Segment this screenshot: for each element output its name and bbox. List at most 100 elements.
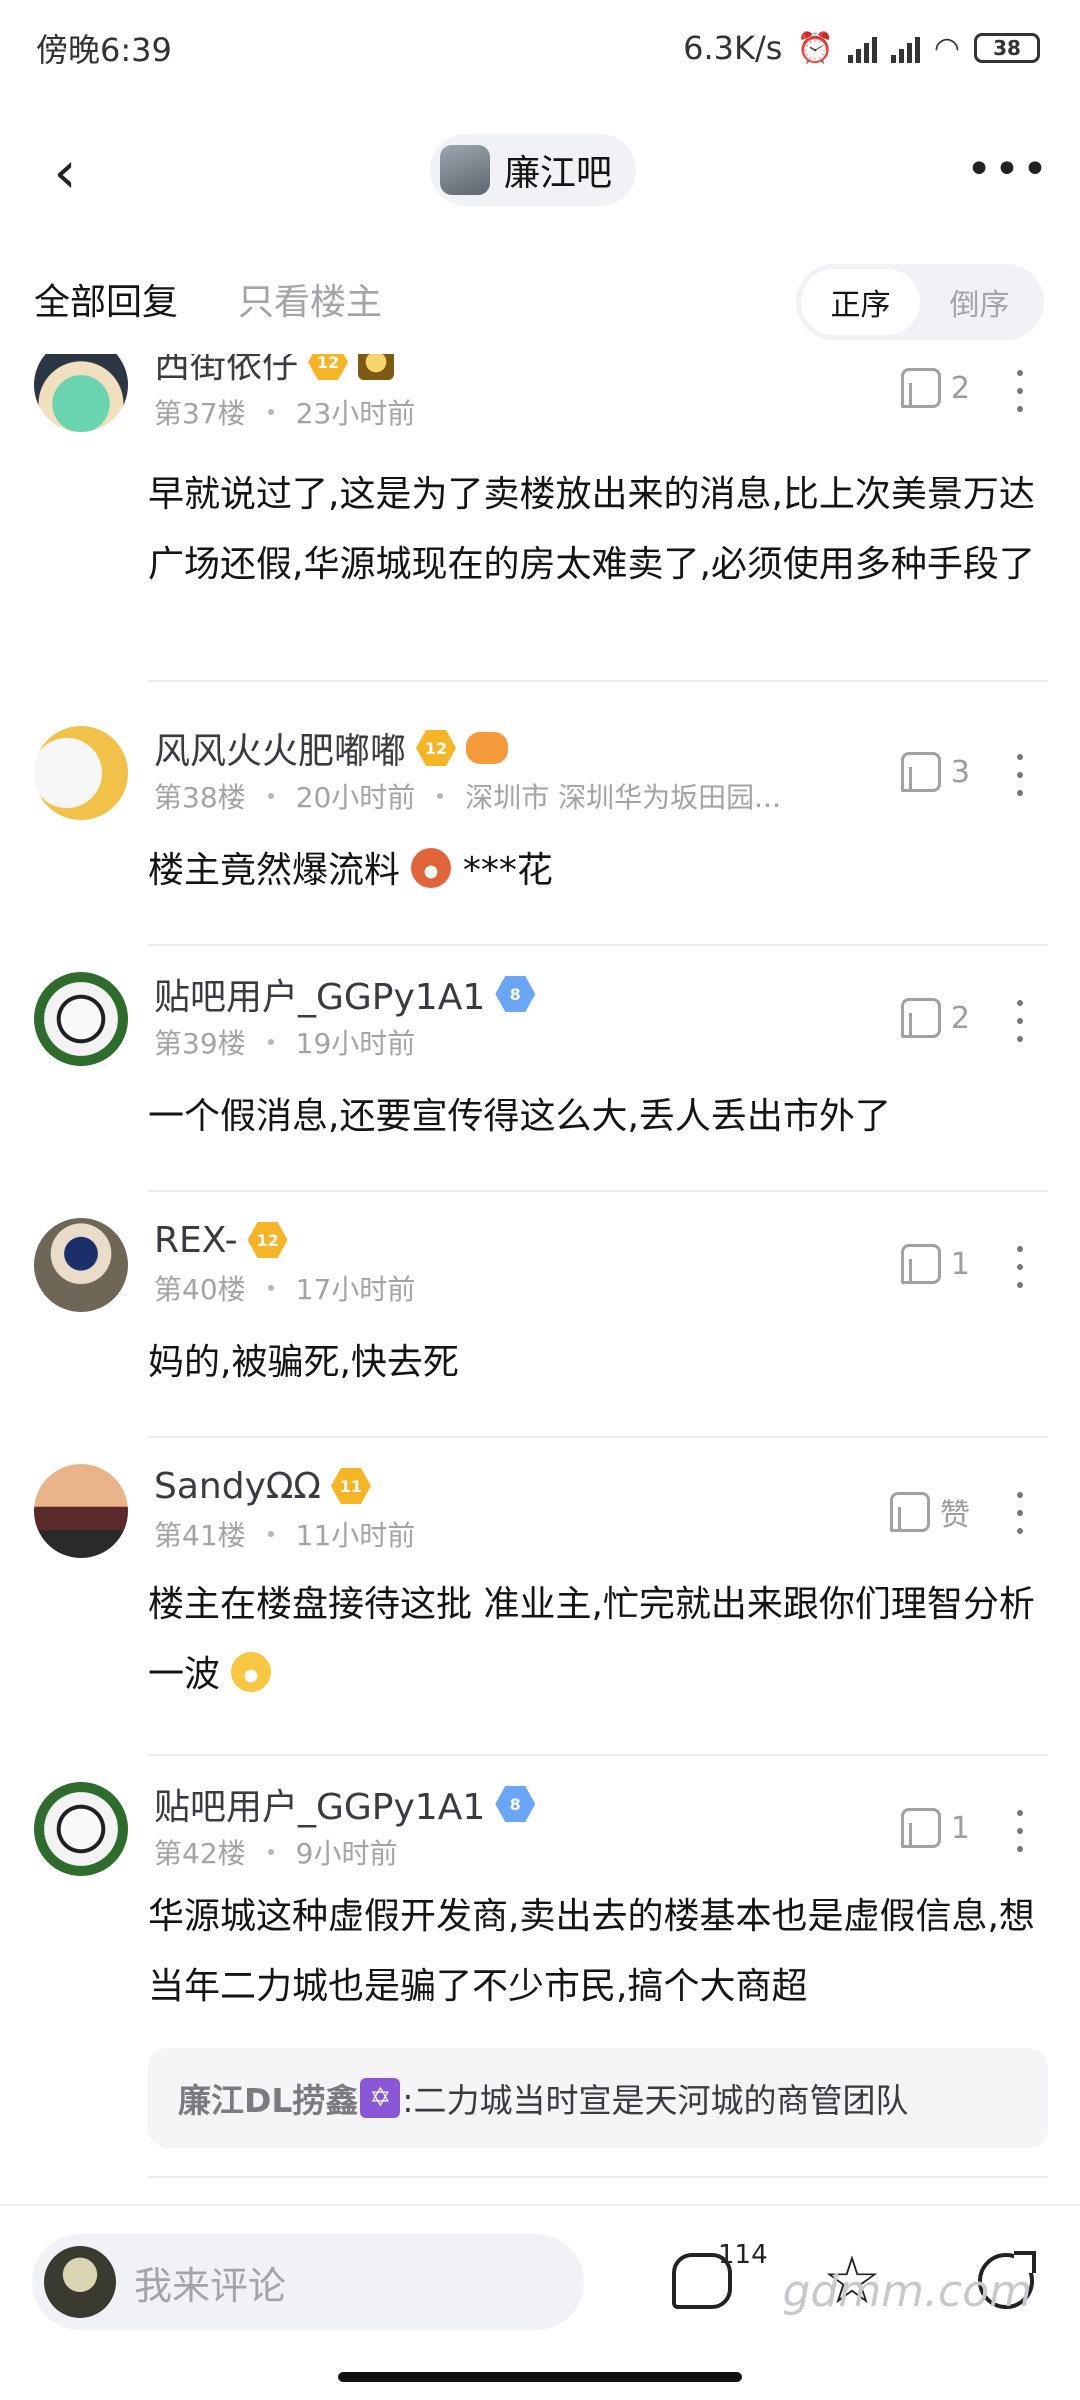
username[interactable]: 贴吧用户_GGPy1A1 [154, 1778, 485, 1830]
username[interactable]: 西街依仔 [154, 354, 298, 388]
meta-row: 第40楼 17小时前 [154, 1268, 415, 1308]
post-time: 17小时前 [295, 1273, 416, 1306]
forum-pill[interactable]: 廉江吧 [430, 134, 637, 206]
watermark: gdmm.com [782, 2266, 1032, 2317]
tab-op-only[interactable]: 只看楼主 [238, 273, 382, 325]
username[interactable]: 风风火火肥嘟嘟 [154, 722, 406, 774]
more-button[interactable]: ••• [966, 144, 1048, 195]
floor-number: 第39楼 [154, 1027, 246, 1060]
signal-icon [847, 33, 877, 63]
user-row: SandyΩΩ 11 [154, 1464, 371, 1508]
reply-text: :二力城当时宣是天河城的商管团队 [402, 2081, 909, 2120]
status-bar: 傍晚6:39 6.3K/s ⏰ ◠ 38 [0, 0, 1080, 96]
gamepad-icon [466, 732, 509, 764]
like-button[interactable]: 赞 [890, 1490, 970, 1534]
order-ascending[interactable]: 正序 [801, 269, 920, 335]
floor-number: 第37楼 [154, 397, 246, 430]
comment-input-placeholder: 我来评论 [134, 2263, 287, 2308]
comment-text: 早就说过了,这是为了卖楼放出来的消息,比上次美景万达广场还假,华源城现在的房太难… [148, 474, 1035, 585]
avatar[interactable] [34, 354, 128, 432]
post-time: 19小时前 [295, 1027, 416, 1060]
username[interactable]: SandyΩΩ [154, 1466, 321, 1507]
signal-icon-2 [890, 33, 920, 63]
home-indicator[interactable] [338, 2372, 742, 2382]
comment-text: 妈的,被骗死,快去死 [148, 1342, 459, 1383]
comment-more-button[interactable] [1000, 1242, 1040, 1292]
back-button[interactable]: ‹ [40, 138, 90, 206]
comment-text: 楼主竟然爆流料 ***花 [148, 836, 1048, 906]
like-count: 1 [950, 1246, 970, 1282]
separator-dot [267, 1039, 274, 1045]
comment-more-button[interactable] [1000, 996, 1040, 1046]
comment-more-button[interactable] [1000, 750, 1040, 800]
tab-all-replies[interactable]: 全部回复 [34, 273, 178, 325]
user-row: 西街依仔 12 [154, 354, 395, 386]
level-badge: 12 [416, 730, 457, 766]
comment-text: 楼主在楼盘接待这批 准业主,忙完就出来跟你们理智分析一波 [148, 1570, 1048, 1710]
order-toggle: 正序 倒序 [796, 264, 1044, 340]
comment-more-button[interactable] [1000, 1488, 1040, 1538]
status-time: 傍晚6:39 [36, 31, 172, 69]
comment-count: 114 [718, 2240, 768, 2270]
star-of-david-icon: ✡ [360, 2078, 401, 2118]
like-count: 赞 [940, 1498, 970, 1533]
separator-dot [437, 793, 444, 799]
avatar[interactable] [34, 972, 128, 1066]
meta-row: 第39楼 19小时前 [154, 1022, 415, 1062]
comment-text-part: ***花 [462, 850, 553, 891]
post-time: 23小时前 [295, 397, 416, 430]
thumbs-up-icon [900, 1244, 941, 1284]
divider [148, 1754, 1048, 1756]
comment-text: 华源城这种虚假开发商,卖出去的楼基本也是虚假信息,想当年二力城也是骗了不少市民,… [148, 1896, 1035, 2007]
like-count: 1 [950, 1810, 970, 1846]
post-time: 9小时前 [295, 1837, 398, 1870]
wifi-icon: ◠ [933, 30, 960, 66]
separator-dot [267, 409, 274, 415]
divider [148, 680, 1048, 682]
comment-text-part: 楼主在楼盘接待这批 准业主,忙完就出来跟你们理智分析一波 [148, 1584, 1035, 1695]
reply-username: 廉江DL捞鑫 [178, 2081, 359, 2120]
alarm-icon: ⏰ [796, 30, 834, 66]
username[interactable]: 贴吧用户_GGPy1A1 [154, 968, 485, 1020]
comment-input[interactable]: 我来评论 [32, 2234, 584, 2330]
avatar[interactable] [34, 1218, 128, 1312]
meta-row: 第42楼 9小时前 [154, 1832, 397, 1872]
like-button[interactable]: 2 [900, 368, 970, 408]
user-row: 贴吧用户_GGPy1A1 8 [154, 972, 536, 1018]
meta-row: 第38楼 20小时前 深圳市 深圳华为坂田园... [154, 776, 781, 816]
divider [148, 944, 1048, 946]
floor-number: 第42楼 [154, 1837, 246, 1870]
thumbs-up-icon [900, 368, 941, 408]
meta-row: 第37楼 23小时前 [154, 392, 415, 432]
divider [148, 2176, 1048, 2178]
divider [148, 1190, 1048, 1192]
thumbs-up-icon [900, 1808, 941, 1848]
avatar[interactable] [34, 1464, 128, 1558]
separator-dot [267, 793, 274, 799]
forum-avatar [440, 145, 490, 195]
battery-level: 38 [993, 36, 1021, 60]
avatar[interactable] [34, 1782, 128, 1876]
like-button[interactable]: 1 [900, 1244, 970, 1284]
floor-number: 第38楼 [154, 781, 246, 814]
floor-number: 第40楼 [154, 1273, 246, 1306]
separator-dot [267, 1849, 274, 1855]
order-descending[interactable]: 倒序 [920, 269, 1039, 335]
more-horizontal-icon: ••• [966, 143, 1050, 195]
divider [148, 1436, 1048, 1438]
user-row: 风风火火肥嘟嘟 12 [154, 726, 509, 772]
like-button[interactable]: 2 [900, 998, 970, 1038]
comment-more-button[interactable] [1000, 366, 1040, 416]
post-location: 深圳市 深圳华为坂田园... [465, 781, 781, 814]
user-row: REX- 12 [154, 1218, 288, 1262]
meta-row: 第41楼 11小时前 [154, 1514, 415, 1554]
smile-emoji-icon [231, 1652, 272, 1692]
comment-more-button[interactable] [1000, 1806, 1040, 1856]
username[interactable]: REX- [154, 1220, 238, 1261]
separator-dot [267, 1285, 274, 1291]
like-button[interactable]: 3 [900, 752, 970, 792]
comment-list: 西街依仔 12 第37楼 23小时前 2 早就说过了,这是为了卖楼放出来的消息,… [0, 354, 1080, 2204]
like-button[interactable]: 1 [900, 1808, 970, 1848]
avatar[interactable] [34, 726, 128, 820]
reply-preview[interactable]: 廉江DL捞鑫 ✡ :二力城当时宣是天河城的商管团队 [148, 2048, 1048, 2148]
